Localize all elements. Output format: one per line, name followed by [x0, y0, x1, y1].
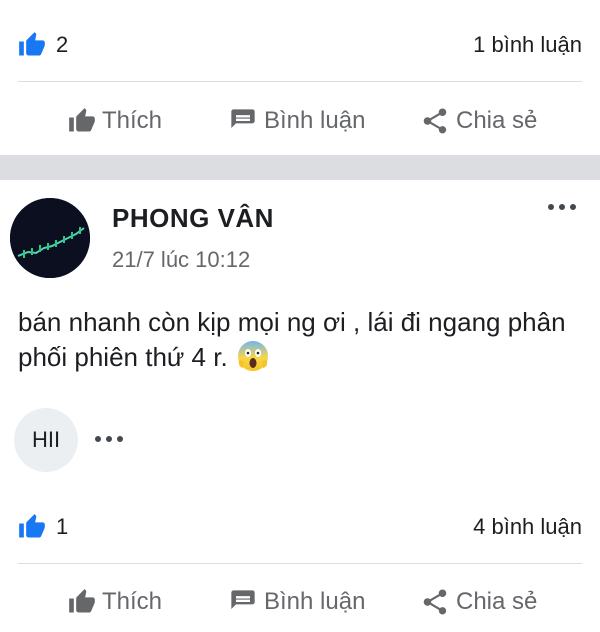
thumbs-up-badge-icon: [19, 32, 45, 56]
share-icon: [423, 589, 447, 615]
avatar[interactable]: [10, 198, 90, 278]
post2-action-bar: Thích Bình luận Chia sẻ: [0, 572, 600, 632]
share-button[interactable]: Chia sẻ: [420, 587, 537, 617]
more-options-icon: [548, 204, 554, 210]
post2-reaction-summary: 1 4 bình luận: [18, 512, 582, 542]
comment-icon: [231, 590, 255, 609]
like-count[interactable]: 2: [56, 32, 68, 58]
share-button[interactable]: Chia sẻ: [420, 106, 537, 136]
like-icon: [69, 589, 95, 613]
like-button[interactable]: Thích: [68, 588, 162, 616]
comment-button[interactable]: Bình luận: [228, 588, 365, 616]
more-options-icon: [95, 436, 101, 442]
post1-action-bar: Thích Bình luận Chia sẻ: [0, 91, 600, 151]
stock-chart-avatar-image: [10, 198, 90, 278]
like-button[interactable]: Thích: [68, 107, 162, 135]
comment-label: Bình luận: [264, 107, 366, 134]
more-reactions-button[interactable]: [95, 436, 123, 442]
thumbs-up-badge-icon: [19, 514, 45, 538]
divider: [18, 81, 582, 82]
post-text: bán nhanh còn kịp mọi ng ơi , lái đi nga…: [18, 307, 566, 372]
like-icon: [69, 108, 95, 132]
author-name[interactable]: PHONG VÂN: [112, 203, 274, 234]
post-separator: [0, 155, 600, 180]
more-options-button[interactable]: [548, 204, 576, 210]
reactor-avatar[interactable]: HII: [14, 408, 78, 472]
like-count[interactable]: 1: [56, 514, 68, 540]
like-label: Thích: [102, 107, 163, 134]
comment-icon: [231, 109, 255, 128]
share-label: Chia sẻ: [456, 588, 538, 615]
post-timestamp[interactable]: 21/7 lúc 10:12: [112, 247, 250, 273]
share-label: Chia sẻ: [456, 107, 538, 134]
like-label: Thích: [102, 588, 163, 615]
share-icon: [423, 108, 447, 134]
comment-count[interactable]: 1 bình luận: [473, 32, 582, 58]
comment-count[interactable]: 4 bình luận: [473, 514, 582, 540]
comment-label: Bình luận: [264, 588, 366, 615]
post-body: bán nhanh còn kịp mọi ng ơi , lái đi nga…: [18, 305, 588, 375]
comment-button[interactable]: Bình luận: [228, 107, 365, 135]
screaming-face-emoji: [237, 341, 268, 371]
post1-reaction-summary: 2 1 bình luận: [18, 30, 582, 60]
divider: [18, 563, 582, 564]
